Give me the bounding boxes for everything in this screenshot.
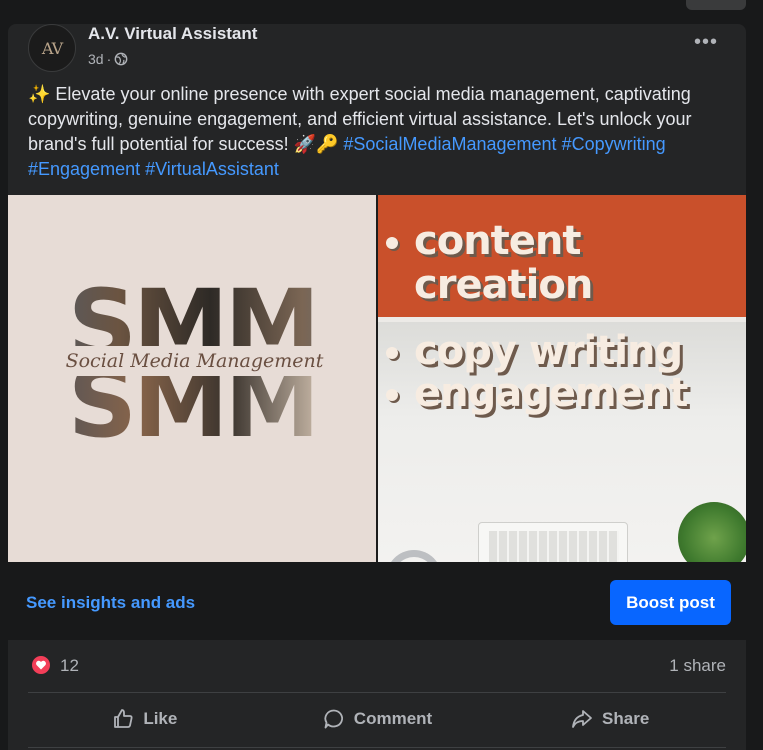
boost-post-button[interactable]: Boost post — [610, 580, 731, 625]
post-meta: 3d · — [88, 51, 128, 67]
service-text: engagement — [414, 370, 688, 416]
comment-icon — [324, 709, 343, 729]
engagement-stats: 12 1 share — [8, 640, 746, 692]
hashtag-link[interactable]: #Engagement — [28, 159, 140, 179]
share-label: Share — [602, 709, 650, 728]
share-count[interactable]: 1 share — [669, 656, 726, 676]
heart-glyph — [36, 660, 46, 670]
heart-icon[interactable] — [30, 654, 52, 676]
globe-icon[interactable] — [114, 52, 128, 66]
service-text: copy writing — [414, 328, 683, 374]
divider — [28, 747, 726, 748]
plant-shape — [678, 502, 746, 562]
service-text: creation — [414, 262, 593, 308]
bullet-dot — [386, 237, 398, 249]
smm-image-label: Social Media Management — [52, 346, 337, 376]
service-text: content — [414, 218, 582, 264]
headphones-shape — [386, 550, 442, 562]
post-card: AV A.V. Virtual Assistant 3d · ••• ✨ Ele… — [8, 24, 746, 750]
post-text: ✨ Elevate your online presence with expe… — [28, 82, 728, 182]
divider — [28, 692, 726, 693]
post-timestamp[interactable]: 3d — [88, 51, 104, 67]
service-line-creation: creation — [414, 262, 593, 308]
service-line-content: content — [386, 218, 582, 264]
comment-button[interactable]: Comment — [261, 696, 494, 742]
top-bar — [0, 0, 763, 24]
like-label: Like — [143, 709, 178, 728]
hashtag-link[interactable]: #VirtualAssistant — [145, 159, 279, 179]
laptop-shape — [478, 522, 628, 562]
avatar[interactable]: AV — [28, 24, 76, 72]
action-bar: Like Comment Share — [28, 696, 726, 742]
author-name[interactable]: A.V. Virtual Assistant — [88, 24, 257, 44]
comment-label: Comment — [353, 709, 433, 728]
thumbs-up-icon — [114, 709, 133, 728]
share-arrow-icon — [572, 710, 592, 728]
reaction-count[interactable]: 12 — [60, 656, 79, 676]
post-media: SMM SMM Social Media Management content … — [8, 195, 746, 562]
bullet-dot — [386, 347, 398, 359]
avatar-monogram: AV — [41, 38, 63, 58]
meta-separator: · — [106, 51, 112, 67]
more-options-icon[interactable]: ••• — [688, 31, 724, 53]
insights-bar: See insights and ads Boost post — [8, 562, 746, 640]
hashtag-link[interactable]: #Copywriting — [562, 134, 666, 154]
post-header: AV A.V. Virtual Assistant 3d · ••• — [8, 24, 746, 76]
services-image[interactable]: content creation copy writing engagement — [378, 195, 746, 562]
service-line-copywriting: copy writing — [386, 328, 683, 374]
laptop-keyboard — [489, 531, 619, 562]
share-button[interactable]: Share — [493, 696, 726, 742]
service-line-engagement: engagement — [386, 370, 688, 416]
like-button[interactable]: Like — [28, 696, 261, 742]
hashtag-link[interactable]: #SocialMediaManagement — [343, 134, 556, 154]
see-insights-link[interactable]: See insights and ads — [26, 593, 195, 613]
bullet-dot — [386, 389, 398, 401]
top-bar-button[interactable] — [686, 0, 746, 10]
smm-image[interactable]: SMM SMM Social Media Management — [8, 195, 376, 562]
